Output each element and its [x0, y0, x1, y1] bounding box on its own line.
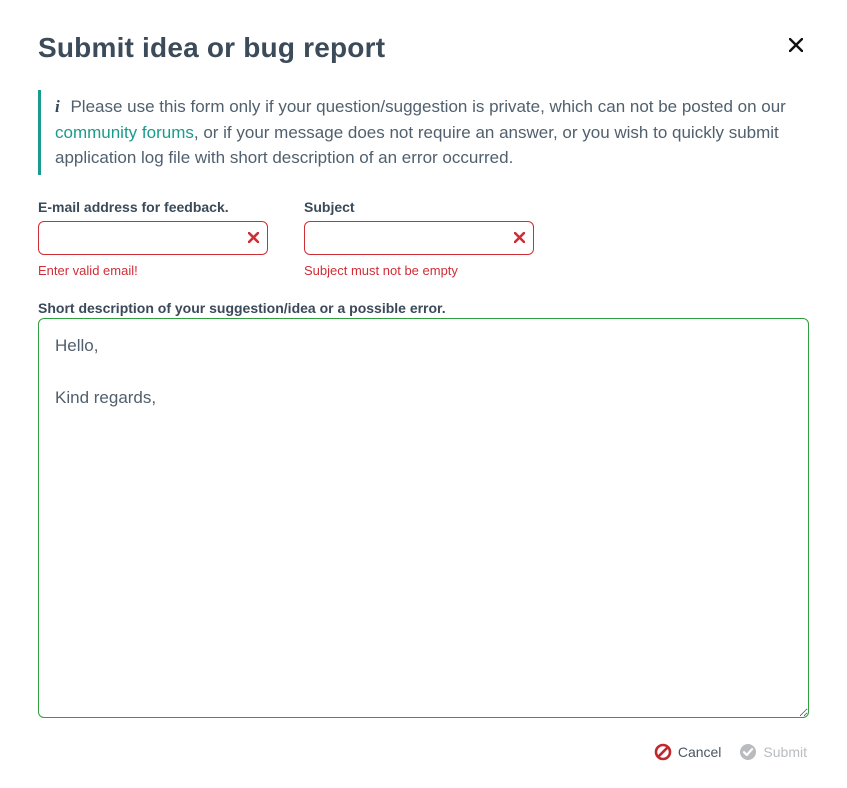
- email-label: E-mail address for feedback.: [38, 199, 268, 215]
- dialog-footer: Cancel Submit: [38, 741, 809, 763]
- email-input[interactable]: [49, 229, 248, 246]
- cancel-button[interactable]: Cancel: [652, 741, 724, 763]
- notice-text-prefix: Please use this form only if your questi…: [70, 97, 785, 116]
- info-notice: i Please use this form only if your ques…: [38, 90, 809, 175]
- community-forums-link[interactable]: community forums: [55, 123, 194, 142]
- close-icon: [789, 38, 803, 52]
- email-error: Enter valid email!: [38, 263, 268, 278]
- fields-row: E-mail address for feedback. Enter valid…: [38, 199, 809, 278]
- email-field-group: E-mail address for feedback. Enter valid…: [38, 199, 268, 278]
- close-button[interactable]: [783, 32, 809, 58]
- dialog-header: Submit idea or bug report: [38, 32, 809, 64]
- subject-error: Subject must not be empty: [304, 263, 534, 278]
- subject-field-group: Subject Subject must not be empty: [304, 199, 534, 278]
- submit-button[interactable]: Submit: [737, 741, 809, 763]
- error-x-icon: [248, 232, 259, 243]
- description-textarea[interactable]: [38, 318, 809, 718]
- email-input-wrap: [38, 221, 268, 255]
- submit-label: Submit: [763, 744, 807, 760]
- dialog-title: Submit idea or bug report: [38, 32, 385, 64]
- error-x-icon: [514, 232, 525, 243]
- submit-idea-dialog: Submit idea or bug report i Please use t…: [0, 0, 847, 785]
- info-icon: i: [55, 97, 60, 116]
- subject-input-wrap: [304, 221, 534, 255]
- description-field-group: Short description of your suggestion/ide…: [38, 300, 809, 723]
- subject-label: Subject: [304, 199, 534, 215]
- subject-input[interactable]: [315, 229, 514, 246]
- description-label: Short description of your suggestion/ide…: [38, 300, 446, 316]
- check-icon: [739, 743, 757, 761]
- cancel-icon: [654, 743, 672, 761]
- cancel-label: Cancel: [678, 744, 722, 760]
